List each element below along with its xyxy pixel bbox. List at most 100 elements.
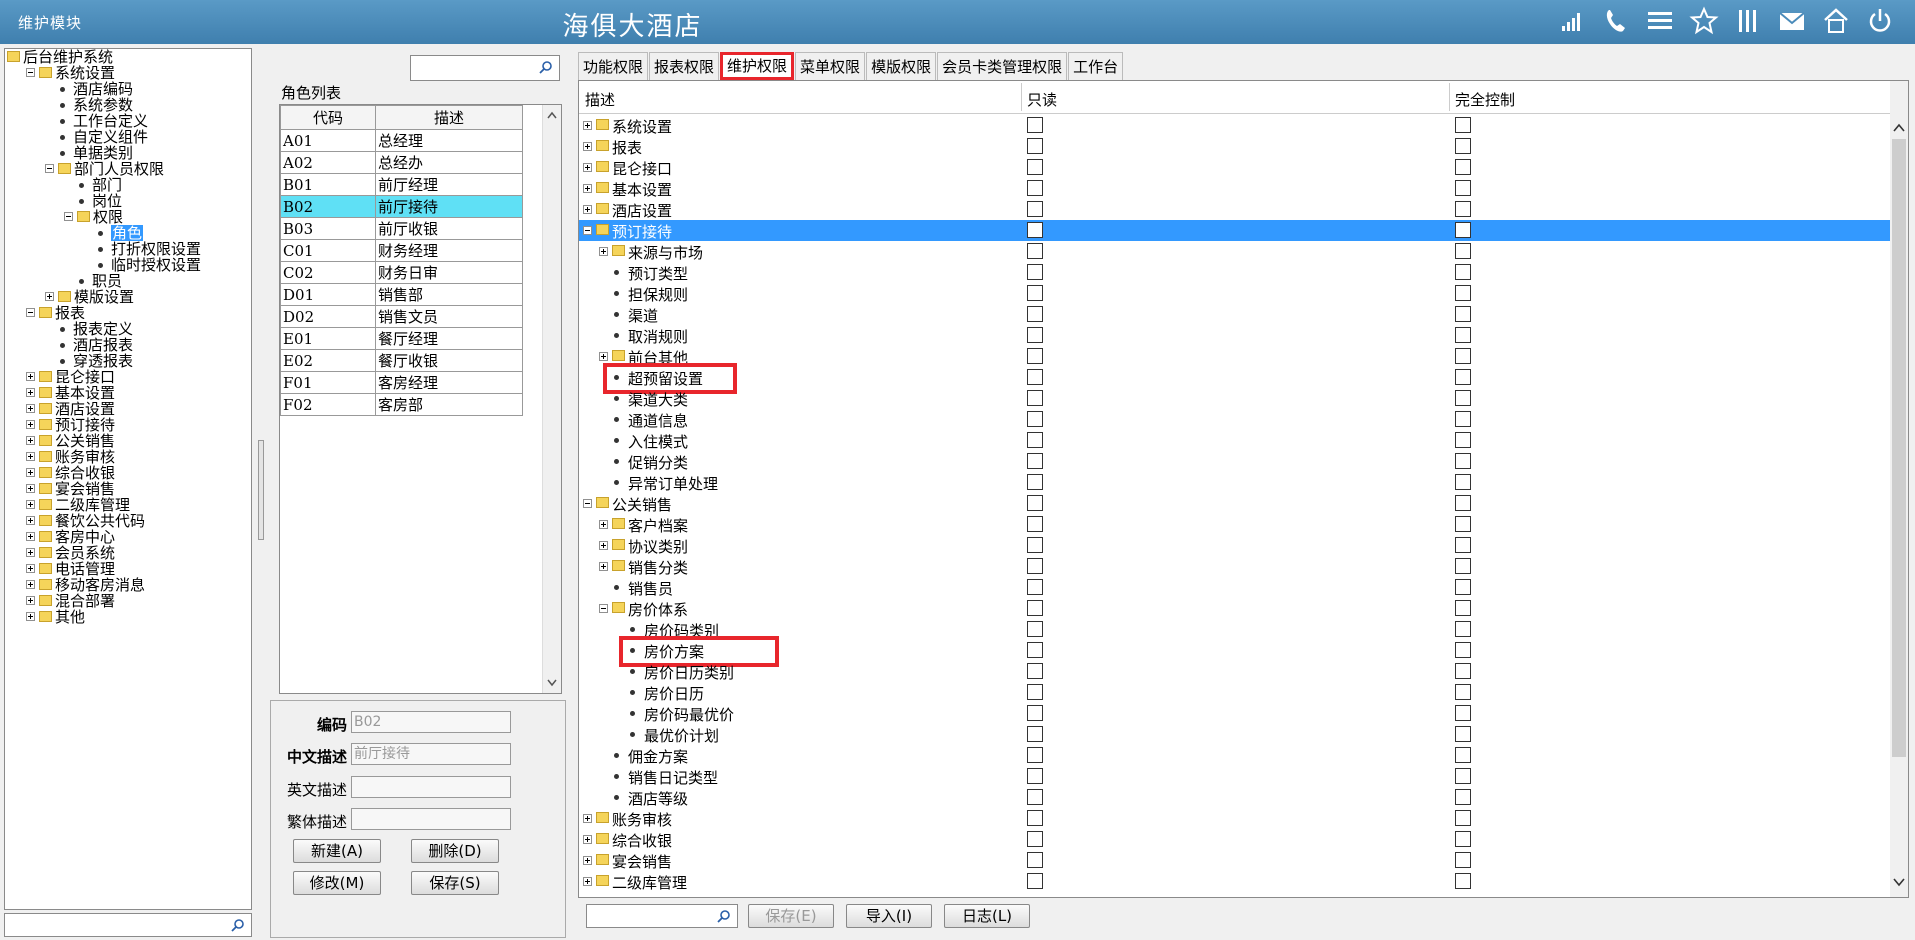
cn-desc-field[interactable]: 前厅接待 (351, 743, 511, 765)
collapse-icon[interactable] (26, 308, 35, 317)
permission-row[interactable]: 宴会销售 (579, 850, 1892, 871)
expand-icon[interactable] (26, 468, 35, 477)
save-button[interactable]: 保存(S) (411, 871, 499, 895)
permission-row[interactable]: 预订类型 (579, 262, 1892, 283)
permission-row[interactable]: 前台其他 (579, 346, 1892, 367)
tree-item[interactable]: 自定义组件 (5, 129, 251, 145)
scroll-down-icon[interactable] (1893, 878, 1905, 887)
fullcontrol-checkbox[interactable] (1455, 201, 1471, 217)
fullcontrol-checkbox[interactable] (1455, 558, 1471, 574)
permission-row[interactable]: 通道信息 (579, 409, 1892, 430)
fullcontrol-checkbox[interactable] (1455, 243, 1471, 259)
column-header-description[interactable]: 描述 (585, 89, 615, 110)
tree-item[interactable]: 公关销售 (5, 433, 251, 449)
permission-row[interactable]: 佣金方案 (579, 745, 1892, 766)
fullcontrol-checkbox[interactable] (1455, 306, 1471, 322)
fullcontrol-checkbox[interactable] (1455, 432, 1471, 448)
tree-item[interactable]: 餐饮公共代码 (5, 513, 251, 529)
tree-item[interactable]: 二级库管理 (5, 497, 251, 513)
readonly-checkbox[interactable] (1027, 684, 1043, 700)
expand-icon[interactable] (26, 484, 35, 493)
tw-desc-field[interactable] (351, 808, 511, 830)
tree-item[interactable]: 电话管理 (5, 561, 251, 577)
fullcontrol-checkbox[interactable] (1455, 411, 1471, 427)
tree-item[interactable]: 报表定义 (5, 321, 251, 337)
expand-icon[interactable] (26, 420, 35, 429)
table-row[interactable]: E02 餐厅收银 (280, 349, 523, 372)
tree-item[interactable]: 系统参数 (5, 97, 251, 113)
permission-save-button[interactable]: 保存(E) (748, 904, 834, 928)
expand-icon[interactable] (583, 814, 592, 823)
expand-icon[interactable] (26, 516, 35, 525)
permission-row[interactable]: 报表 (579, 136, 1892, 157)
tree-item[interactable]: 模版设置 (5, 289, 251, 305)
permission-row[interactable]: 基本设置 (579, 178, 1892, 199)
expand-icon[interactable] (45, 292, 54, 301)
mail-icon[interactable] (1777, 6, 1807, 36)
readonly-checkbox[interactable] (1027, 327, 1043, 343)
fullcontrol-checkbox[interactable] (1455, 369, 1471, 385)
tree-item[interactable]: 系统设置 (5, 65, 251, 81)
expand-icon[interactable] (26, 372, 35, 381)
fullcontrol-checkbox[interactable] (1455, 852, 1471, 868)
collapse-icon[interactable] (26, 68, 35, 77)
expand-icon[interactable] (26, 388, 35, 397)
fullcontrol-checkbox[interactable] (1455, 516, 1471, 532)
expand-icon[interactable] (26, 548, 35, 557)
permission-row[interactable]: 房价方案 (579, 636, 1892, 667)
table-row[interactable]: C02 财务日审 (280, 261, 523, 284)
power-icon[interactable] (1865, 6, 1895, 36)
fullcontrol-checkbox[interactable] (1455, 117, 1471, 133)
readonly-checkbox[interactable] (1027, 390, 1043, 406)
fullcontrol-checkbox[interactable] (1455, 453, 1471, 469)
fullcontrol-checkbox[interactable] (1455, 684, 1471, 700)
expand-icon[interactable] (583, 163, 592, 172)
readonly-checkbox[interactable] (1027, 852, 1043, 868)
permission-row[interactable]: 综合收银 (579, 829, 1892, 850)
readonly-checkbox[interactable] (1027, 180, 1043, 196)
tree-item[interactable]: 移动客房消息 (5, 577, 251, 593)
code-field[interactable]: B02 (351, 711, 511, 733)
expand-icon[interactable] (583, 121, 592, 130)
tree-item[interactable]: 其他 (5, 609, 251, 625)
fullcontrol-checkbox[interactable] (1455, 705, 1471, 721)
readonly-checkbox[interactable] (1027, 810, 1043, 826)
expand-icon[interactable] (26, 500, 35, 509)
column-header-desc[interactable]: 描述 (375, 105, 523, 130)
tree-item[interactable]: 报表 (5, 305, 251, 321)
table-row[interactable]: A02 总经办 (280, 151, 523, 174)
expand-icon[interactable] (583, 835, 592, 844)
expand-icon[interactable] (26, 404, 35, 413)
fullcontrol-checkbox[interactable] (1455, 159, 1471, 175)
tree-item[interactable]: 宴会销售 (5, 481, 251, 497)
signal-icon[interactable] (1557, 6, 1587, 36)
readonly-checkbox[interactable] (1027, 600, 1043, 616)
tree-item[interactable]: 部门人员权限 (5, 161, 251, 177)
expand-icon[interactable] (583, 205, 592, 214)
table-row[interactable]: F01 客房经理 (280, 371, 523, 394)
readonly-checkbox[interactable] (1027, 621, 1043, 637)
tree-item[interactable]: 酒店设置 (5, 401, 251, 417)
collapse-icon[interactable] (583, 226, 592, 235)
tree-item[interactable]: 账务审核 (5, 449, 251, 465)
search-icon[interactable] (717, 909, 731, 923)
menu-icon[interactable] (1645, 6, 1675, 36)
permission-row[interactable]: 房价码最优价 (579, 703, 1892, 724)
readonly-checkbox[interactable] (1027, 411, 1043, 427)
tree-item[interactable]: 部门 (5, 177, 251, 193)
fullcontrol-checkbox[interactable] (1455, 348, 1471, 364)
tree-item[interactable]: 客房中心 (5, 529, 251, 545)
en-desc-field[interactable] (351, 776, 511, 798)
fullcontrol-checkbox[interactable] (1455, 390, 1471, 406)
expand-icon[interactable] (26, 564, 35, 573)
fullcontrol-checkbox[interactable] (1455, 474, 1471, 490)
new-button[interactable]: 新建(A) (293, 839, 381, 863)
expand-icon[interactable] (599, 247, 608, 256)
table-row[interactable]: B02 前厅接待 (280, 195, 523, 218)
fullcontrol-checkbox[interactable] (1455, 138, 1471, 154)
permission-grid-scrollbar[interactable] (1890, 81, 1908, 897)
permission-row[interactable]: 担保规则 (579, 283, 1892, 304)
expand-icon[interactable] (583, 877, 592, 886)
collapse-icon[interactable] (45, 164, 54, 173)
permission-row[interactable]: 房价日历类别 (579, 661, 1892, 682)
